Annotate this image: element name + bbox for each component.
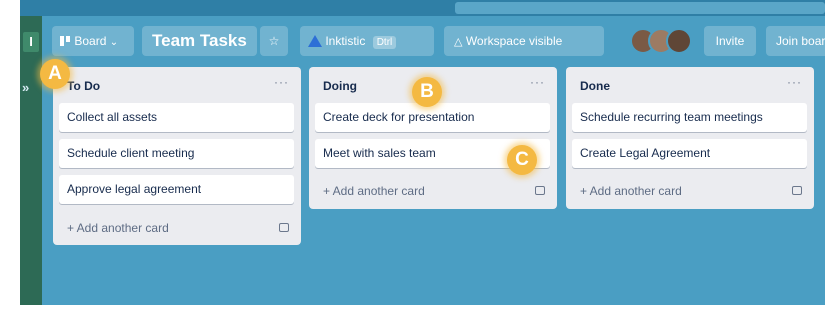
view-label: Board <box>74 34 107 48</box>
add-card-button[interactable]: + Add another card <box>67 221 169 235</box>
card-template-icon[interactable] <box>792 186 802 195</box>
card[interactable]: Create deck for presentation <box>315 103 550 132</box>
card[interactable]: Schedule client meeting <box>59 139 294 168</box>
expand-sidebar-icon[interactable]: » <box>22 80 29 95</box>
list-to-do: To Do ··· Collect all assets Schedule cl… <box>53 67 301 245</box>
board-app: I » Board ⌄ Team Tasks ☆ Inktistic Dtrl … <box>20 0 825 305</box>
join-board-button[interactable]: Join boar <box>766 26 825 56</box>
annotation-marker-a: A <box>40 59 70 89</box>
add-card-button[interactable]: + Add another card <box>580 184 682 198</box>
top-bar-search-area[interactable] <box>455 2 825 14</box>
board-header: Board ⌄ Team Tasks ☆ Inktistic Dtrl △ Wo… <box>52 24 825 58</box>
list-menu-icon[interactable]: ··· <box>530 75 545 89</box>
card-template-icon[interactable] <box>535 186 545 195</box>
chevron-down-icon: ⌄ <box>109 37 119 48</box>
card[interactable]: Create Legal Agreement <box>572 139 807 168</box>
list-menu-icon[interactable]: ··· <box>787 75 802 89</box>
sidebar: I » <box>20 16 42 305</box>
card[interactable]: Collect all assets <box>59 103 294 132</box>
invite-button[interactable]: Invite <box>704 26 756 56</box>
avatar[interactable] <box>666 28 692 54</box>
view-switcher-button[interactable]: Board ⌄ <box>52 26 134 56</box>
workspace-visible-icon: △ <box>454 36 463 48</box>
workspace-logo[interactable]: I <box>23 32 39 52</box>
member-avatars <box>630 26 694 56</box>
board-icon <box>60 36 70 46</box>
top-bar <box>20 0 825 16</box>
list-done: Done ··· Schedule recurring team meeting… <box>566 67 814 209</box>
list-title[interactable]: Done <box>580 79 610 93</box>
list-title[interactable]: Doing <box>323 79 357 93</box>
workspace-name: Inktistic <box>325 34 366 48</box>
annotation-marker-b: B <box>412 77 442 107</box>
workspace-badge: Dtrl <box>372 36 397 49</box>
list-title[interactable]: To Do <box>67 79 100 93</box>
star-icon: ☆ <box>268 34 280 48</box>
card-template-icon[interactable] <box>279 223 289 232</box>
add-card-button[interactable]: + Add another card <box>323 184 425 198</box>
visibility-button[interactable]: △ Workspace visible <box>444 26 604 56</box>
card[interactable]: Approve legal agreement <box>59 175 294 204</box>
workspace-icon <box>308 35 322 47</box>
workspace-button[interactable]: Inktistic Dtrl <box>300 26 434 56</box>
card[interactable]: Schedule recurring team meetings <box>572 103 807 132</box>
visibility-label: Workspace visible <box>465 34 563 48</box>
annotation-marker-c: C <box>507 145 537 175</box>
list-menu-icon[interactable]: ··· <box>274 75 289 89</box>
board-title[interactable]: Team Tasks <box>142 26 257 56</box>
star-button[interactable]: ☆ <box>260 26 288 56</box>
